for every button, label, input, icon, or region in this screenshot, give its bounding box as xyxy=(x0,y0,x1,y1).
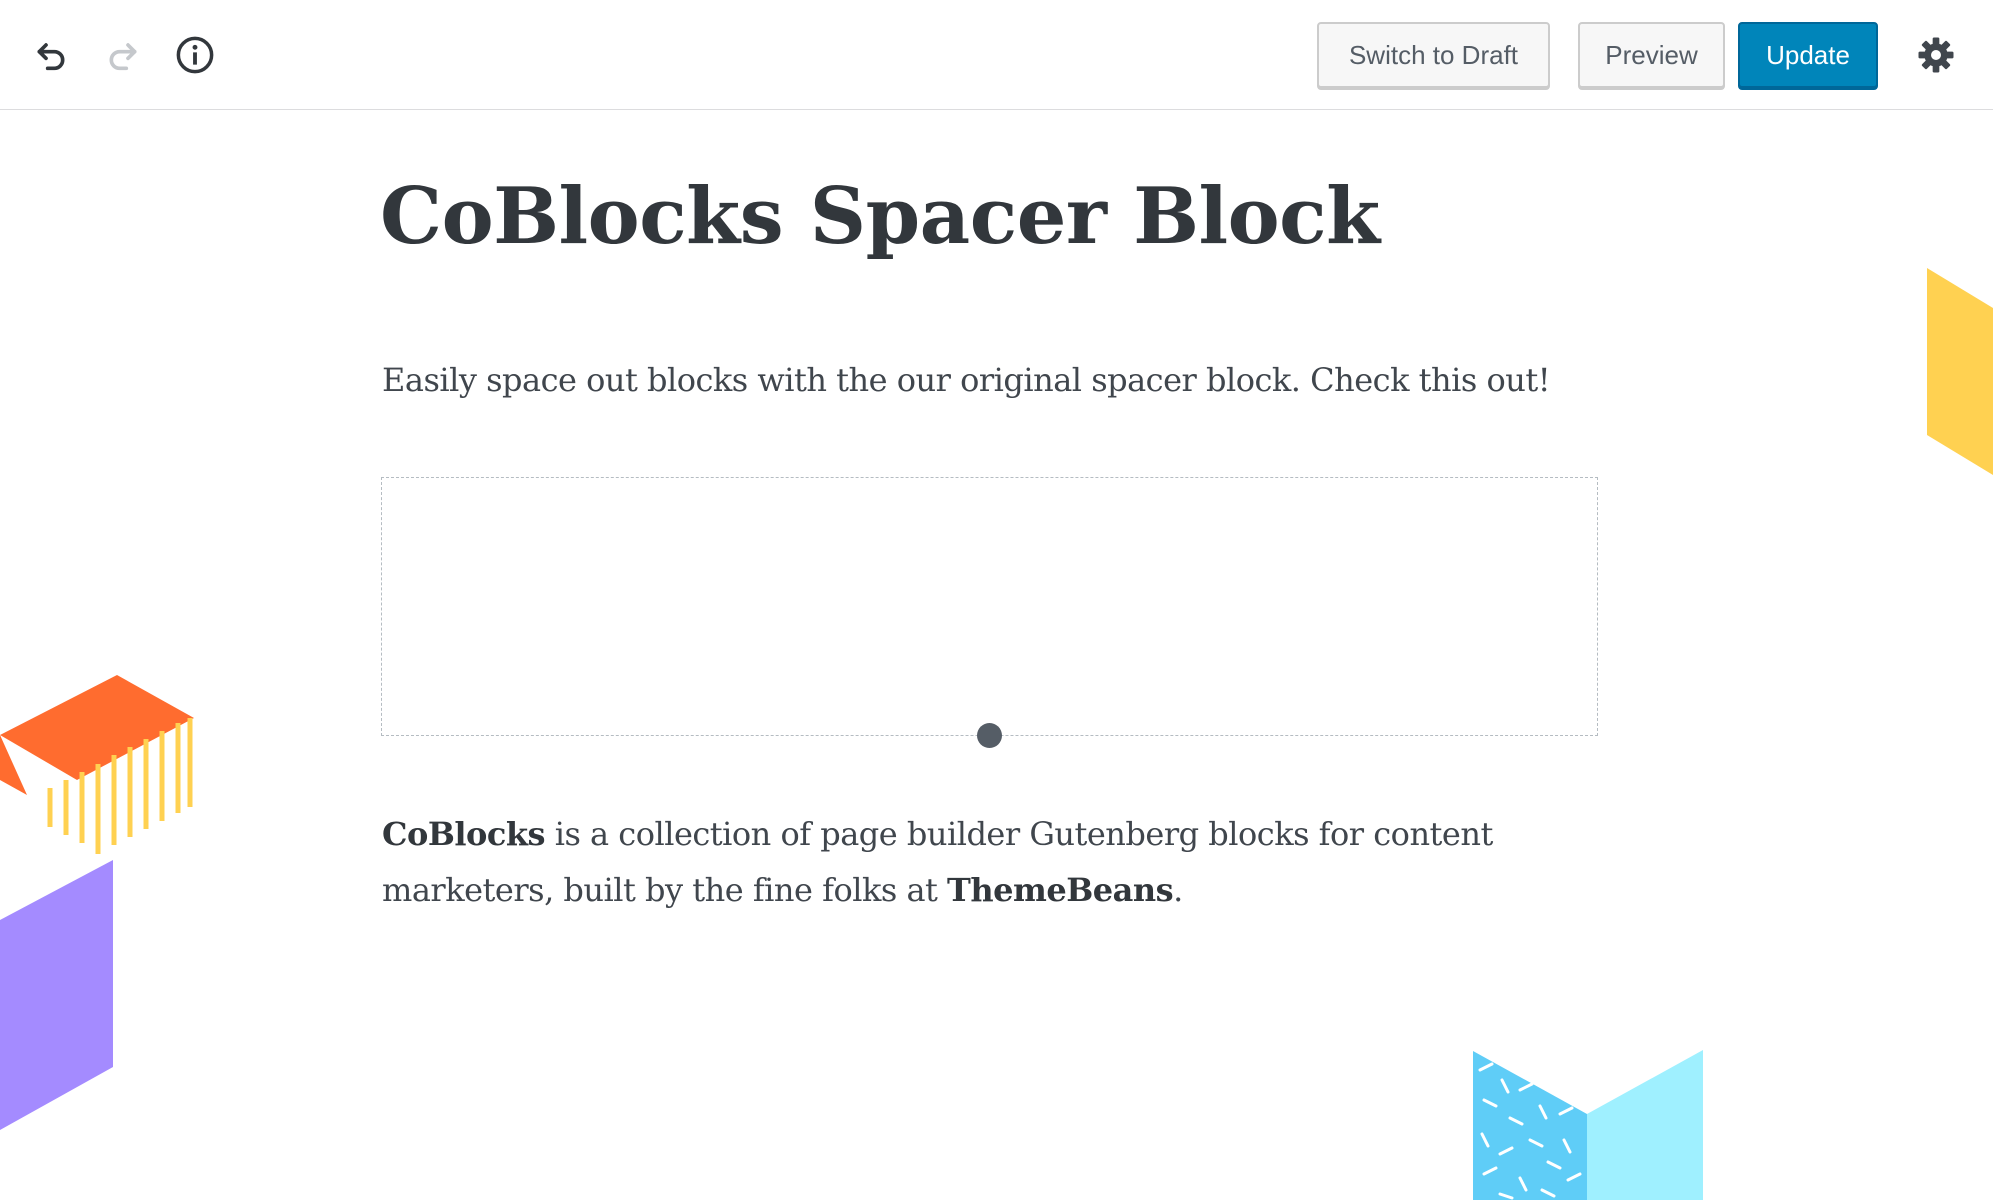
switch-to-draft-button[interactable]: Switch to Draft xyxy=(1317,22,1550,88)
purple-panel-decoration xyxy=(0,860,113,1130)
update-button[interactable]: Update xyxy=(1738,22,1878,88)
intro-paragraph[interactable]: Easily space out blocks with the our ori… xyxy=(382,352,1582,408)
author-name: ThemeBeans xyxy=(947,871,1174,909)
undo-icon[interactable] xyxy=(26,30,76,80)
body-text: is a collection of page builder Gutenber… xyxy=(382,815,1493,909)
preview-button[interactable]: Preview xyxy=(1578,22,1725,88)
brand-name: CoBlocks xyxy=(382,815,546,853)
spacer-block[interactable] xyxy=(381,477,1598,736)
body-end: . xyxy=(1173,871,1183,909)
yellow-hexagon-decoration xyxy=(1927,268,1993,475)
body-paragraph[interactable]: CoBlocks is a collection of page builder… xyxy=(382,806,1502,918)
info-icon[interactable] xyxy=(170,30,220,80)
editor-page: Switch to Draft Preview Update CoBlocks … xyxy=(0,0,1993,1200)
editor-header: Switch to Draft Preview Update xyxy=(0,0,1993,110)
gear-icon[interactable] xyxy=(1911,30,1961,80)
post-title[interactable]: CoBlocks Spacer Block xyxy=(380,162,1380,272)
redo-icon[interactable] xyxy=(98,30,148,80)
blue-pattern-decoration xyxy=(1473,1050,1703,1200)
orange-striped-block-decoration xyxy=(0,675,194,854)
spacer-resize-handle[interactable] xyxy=(977,723,1002,748)
